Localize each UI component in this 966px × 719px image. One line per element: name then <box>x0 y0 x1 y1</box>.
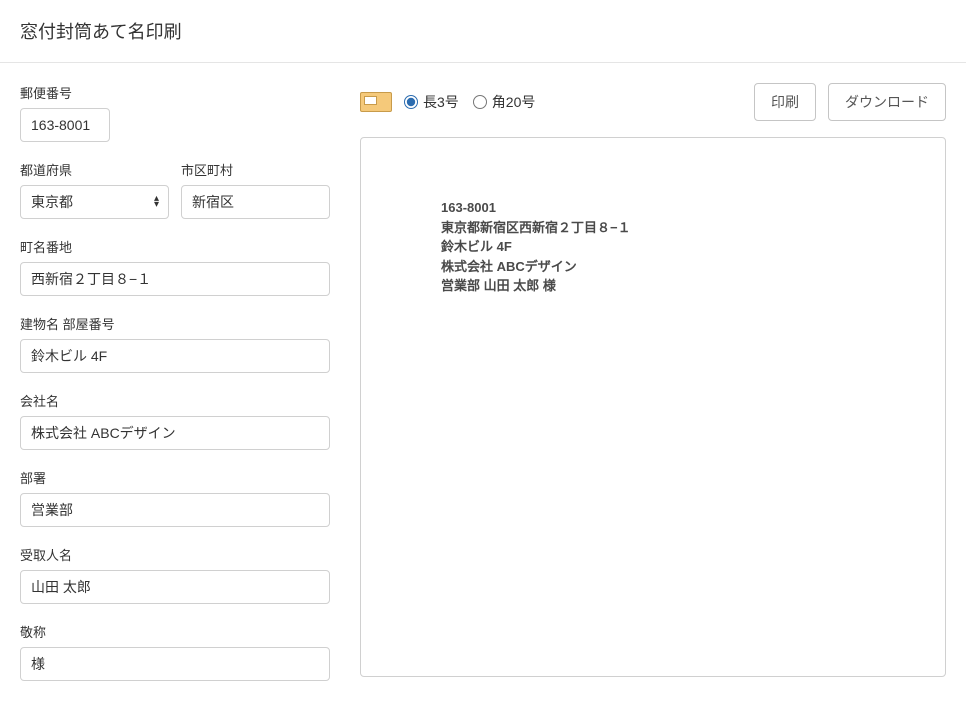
main-container: 郵便番号 都道府県 東京都 ▴▾ 市区町村 町名番地 <box>0 63 966 719</box>
city-group: 市区町村 <box>181 160 330 219</box>
department-input[interactable] <box>20 493 330 527</box>
recipient-group: 受取人名 <box>20 545 330 604</box>
print-button[interactable]: 印刷 <box>754 83 816 121</box>
department-label: 部署 <box>20 468 330 487</box>
envelope-icon <box>360 92 392 112</box>
preview-address1: 東京都新宿区西新宿２丁目８−１ <box>441 218 865 238</box>
company-group: 会社名 <box>20 391 330 450</box>
city-input[interactable] <box>181 185 330 219</box>
honorific-group: 敬称 <box>20 622 330 681</box>
size-radio-kaku20[interactable] <box>473 95 487 109</box>
street-group: 町名番地 <box>20 237 330 296</box>
page-title: 窓付封筒あて名印刷 <box>20 18 946 44</box>
company-input[interactable] <box>20 416 330 450</box>
postal-code-group: 郵便番号 <box>20 83 330 142</box>
preview-address2: 鈴木ビル 4F <box>441 237 865 257</box>
envelope-size-radio-group: 長3号 角20号 <box>404 92 535 112</box>
postal-code-input[interactable] <box>20 108 110 142</box>
preview-panel: 長3号 角20号 印刷 ダウンロード 163-8001 東京都新宿区西新宿２丁目… <box>360 83 946 699</box>
honorific-label: 敬称 <box>20 622 330 641</box>
building-label: 建物名 部屋番号 <box>20 314 330 333</box>
postal-code-label: 郵便番号 <box>20 83 330 102</box>
prefecture-select[interactable]: 東京都 <box>20 185 169 219</box>
size-label-kaku20: 角20号 <box>492 92 536 112</box>
size-option-kaku20[interactable]: 角20号 <box>473 92 536 112</box>
city-label: 市区町村 <box>181 160 330 179</box>
address-block: 163-8001 東京都新宿区西新宿２丁目８−１ 鈴木ビル 4F 株式会社 AB… <box>441 198 865 296</box>
street-label: 町名番地 <box>20 237 330 256</box>
size-option-naga3[interactable]: 長3号 <box>404 92 459 112</box>
recipient-label: 受取人名 <box>20 545 330 564</box>
company-label: 会社名 <box>20 391 330 410</box>
street-input[interactable] <box>20 262 330 296</box>
prefecture-group: 都道府県 東京都 ▴▾ <box>20 160 169 219</box>
preview-recipient: 営業部 山田 太郎 様 <box>441 276 865 296</box>
preview-canvas: 163-8001 東京都新宿区西新宿２丁目８−１ 鈴木ビル 4F 株式会社 AB… <box>360 137 946 677</box>
department-group: 部署 <box>20 468 330 527</box>
building-input[interactable] <box>20 339 330 373</box>
download-button[interactable]: ダウンロード <box>828 83 946 121</box>
size-label-naga3: 長3号 <box>423 92 459 112</box>
recipient-input[interactable] <box>20 570 330 604</box>
honorific-input[interactable] <box>20 647 330 681</box>
preview-postal: 163-8001 <box>441 198 865 218</box>
form-panel: 郵便番号 都道府県 東京都 ▴▾ 市区町村 町名番地 <box>20 83 330 699</box>
page-header: 窓付封筒あて名印刷 <box>0 0 966 63</box>
preview-company: 株式会社 ABCデザイン <box>441 257 865 277</box>
building-group: 建物名 部屋番号 <box>20 314 330 373</box>
preview-toolbar: 長3号 角20号 印刷 ダウンロード <box>360 83 946 121</box>
size-radio-naga3[interactable] <box>404 95 418 109</box>
prefecture-label: 都道府県 <box>20 160 169 179</box>
